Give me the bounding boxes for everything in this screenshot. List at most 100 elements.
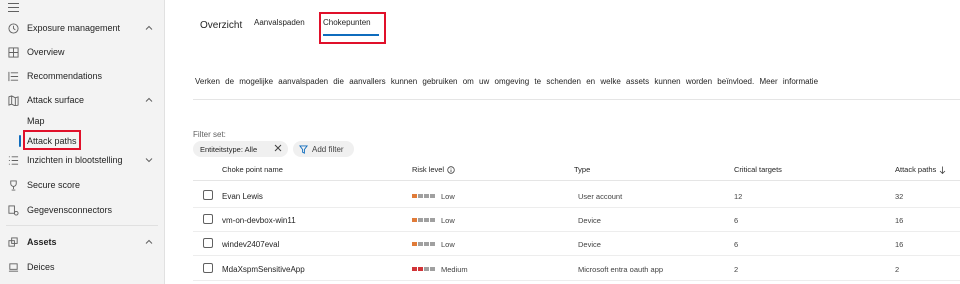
chevron-down-icon xyxy=(145,158,153,163)
risk-segment xyxy=(418,218,423,222)
info-icon[interactable] xyxy=(447,165,455,174)
close-icon[interactable] xyxy=(273,143,283,153)
sidebar-item-gegevensconnectors[interactable]: Gegevensconnectors xyxy=(0,199,165,221)
risk-level: Low xyxy=(412,232,455,256)
risk-segment xyxy=(424,242,429,246)
sidebar-item-inzichten[interactable]: Inzichten in blootstelling xyxy=(0,149,165,171)
tab-aanvalspaden[interactable]: Aanvalspaden xyxy=(254,18,305,27)
risk-segment xyxy=(412,194,417,198)
sidebar-item-label: Secure score xyxy=(27,180,81,190)
chevron-up-icon xyxy=(145,239,153,244)
sidebar-item-map[interactable]: Map xyxy=(0,110,165,132)
critical-targets-count: 12 xyxy=(734,191,743,201)
connector-icon xyxy=(7,204,19,216)
page-description: Verken de mogelijke aanvalspaden die aan… xyxy=(195,77,819,86)
list-icon xyxy=(7,70,19,82)
highlight-box xyxy=(319,12,386,44)
column-header-type[interactable]: Type xyxy=(574,165,590,174)
attack-paths-count: 32 xyxy=(895,191,904,201)
risk-segment xyxy=(418,194,423,198)
filter-chip-label: Entiteitstype: Alle xyxy=(200,144,258,154)
row-checkbox[interactable] xyxy=(203,190,213,200)
sidebar-item-label: Overview xyxy=(27,47,65,57)
table-row[interactable]: MdaXspmSensitiveApp Medium Microsoft entra… xyxy=(193,257,960,281)
choke-point-name[interactable]: Evan Lewis xyxy=(222,184,263,208)
risk-segment xyxy=(430,218,435,222)
risk-segment xyxy=(430,242,435,246)
header-divider xyxy=(193,180,960,181)
sidebar-item-exposure-management[interactable]: Exposure management xyxy=(0,17,165,39)
row-checkbox[interactable] xyxy=(203,238,213,248)
attack-paths-count: 16 xyxy=(895,215,904,225)
sidebar-item-secure-score[interactable]: Secure score xyxy=(0,174,165,196)
sidebar-item-label: Deices xyxy=(27,262,55,272)
risk-segment xyxy=(418,242,423,246)
table-row[interactable]: windev2407eval Low Device 6 16 xyxy=(193,232,960,256)
attack-paths-count: 2 xyxy=(895,264,900,274)
risk-level: Medium xyxy=(412,257,468,281)
app-window: Exposure management Overview Recommendat… xyxy=(0,0,960,284)
critical-targets-count: 6 xyxy=(734,215,739,225)
attack-paths-count: 16 xyxy=(895,239,904,249)
sidebar-item-label: Map xyxy=(27,116,45,126)
risk-segment xyxy=(412,242,417,246)
risk-level: Low xyxy=(412,184,455,208)
sidebar-item-devices[interactable]: Deices xyxy=(0,256,165,278)
column-header-risk[interactable]: Risk level xyxy=(412,165,455,174)
device-icon xyxy=(7,261,19,273)
tab-chokepunten[interactable]: Chokepunten xyxy=(323,18,371,27)
sort-descending-icon xyxy=(939,166,946,174)
risk-segment xyxy=(424,194,429,198)
asset-type: User account xyxy=(578,191,623,201)
sidebar-item-label: Recommendations xyxy=(27,71,103,81)
chevron-up-icon xyxy=(145,97,153,102)
tab-overzicht[interactable]: Overzicht xyxy=(200,20,242,31)
risk-segment xyxy=(424,267,429,271)
column-header-label: Risk level xyxy=(412,165,445,174)
map-icon xyxy=(7,94,19,106)
row-divider xyxy=(193,280,960,281)
sidebar-item-label: Attack surface xyxy=(27,95,85,105)
sidebar-item-label: Assets xyxy=(27,237,57,247)
risk-segment xyxy=(424,218,429,222)
choke-point-name[interactable]: MdaXspmSensitiveApp xyxy=(222,257,305,281)
row-checkbox[interactable] xyxy=(203,263,213,273)
clock-icon xyxy=(7,22,19,34)
critical-targets-count: 6 xyxy=(734,239,739,249)
risk-segment xyxy=(430,267,435,271)
choke-point-name[interactable]: windev2407eval xyxy=(222,232,279,256)
filter-set-label: Filter set: xyxy=(193,130,226,139)
sidebar-item-overview[interactable]: Overview xyxy=(0,41,165,63)
add-filter-button[interactable]: Add filter xyxy=(293,141,354,157)
filter-chip[interactable]: Entiteitstype: Alle xyxy=(193,141,288,157)
filter-icon xyxy=(299,144,308,154)
sidebar-item-label: Attack paths xyxy=(27,136,77,146)
row-divider xyxy=(193,255,960,256)
sidebar-item-label: Inzichten in blootstelling xyxy=(27,155,123,165)
asset-type: Device xyxy=(578,239,601,249)
table-row[interactable]: vm-on-devbox-win11 Low Device 6 16 xyxy=(193,208,960,232)
add-filter-label: Add filter xyxy=(312,144,344,154)
risk-level-label: Low xyxy=(441,215,455,225)
hamburger-menu-icon[interactable] xyxy=(8,3,19,12)
risk-level: Low xyxy=(412,208,455,232)
risk-level-label: Low xyxy=(441,191,455,201)
sidebar-item-attack-surface[interactable]: Attack surface xyxy=(0,89,165,111)
choke-point-name[interactable]: vm-on-devbox-win11 xyxy=(222,208,296,232)
tab-selected-indicator xyxy=(323,34,379,36)
risk-segment xyxy=(412,218,417,222)
table-row[interactable]: Evan Lewis Low User account 12 32 xyxy=(193,184,960,208)
row-checkbox[interactable] xyxy=(203,214,213,224)
risk-level-label: Low xyxy=(441,239,455,249)
risk-segment xyxy=(418,267,423,271)
grid-icon xyxy=(7,46,19,58)
list-lines-icon xyxy=(7,154,19,166)
column-header-name[interactable]: Choke point name xyxy=(222,165,283,174)
column-header-attack-paths[interactable]: Attack paths xyxy=(895,165,946,174)
trophy-icon xyxy=(7,179,19,191)
column-header-label: Attack paths xyxy=(895,165,937,174)
column-header-critical-targets[interactable]: Critical targets xyxy=(734,165,782,174)
sidebar-item-recommendations[interactable]: Recommendations xyxy=(0,65,165,87)
sidebar-divider xyxy=(6,225,158,226)
sidebar-item-assets[interactable]: Assets xyxy=(0,231,165,253)
